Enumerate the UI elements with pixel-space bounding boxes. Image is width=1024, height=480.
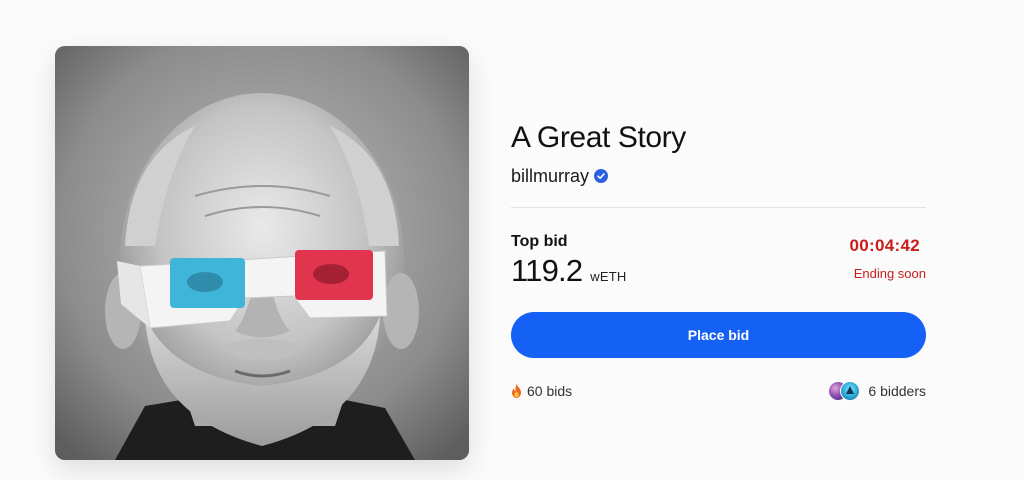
bids-count-text: 60 bids [527, 383, 573, 399]
creator-row: billmurray [511, 164, 926, 188]
bidders-count-text: 6 bidders [868, 383, 926, 399]
place-bid-button[interactable]: Place bid [511, 312, 926, 358]
ending-soon-status: Ending soon [853, 266, 926, 281]
verified-check-icon [594, 169, 609, 183]
artwork-image[interactable] [55, 46, 469, 460]
bidders-count[interactable]: 6 bidders [828, 381, 926, 401]
auction-stats: 60 bids 6 bidders [511, 380, 926, 402]
fire-icon [512, 384, 521, 398]
bidder-avatars [828, 381, 862, 401]
item-title: A Great Story [511, 121, 686, 154]
bid-currency: wETH [590, 269, 627, 284]
nft-auction-page: A Great Story billmurray Top bid 119.2 w… [0, 0, 1024, 480]
top-bid-amount: 119.2 [511, 253, 583, 288]
countdown-timer: 00:04:42 [849, 236, 920, 255]
auction-info-panel: A Great Story billmurray Top bid 119.2 w… [511, 118, 926, 402]
creator-name-link[interactable]: billmurray [511, 166, 589, 187]
bids-count[interactable]: 60 bids [511, 383, 572, 399]
divider [511, 207, 926, 208]
avatar [840, 381, 861, 401]
bid-section: Top bid 119.2 wETH 00:04:42 Ending soon [511, 232, 926, 292]
portrait-illustration [55, 46, 469, 460]
